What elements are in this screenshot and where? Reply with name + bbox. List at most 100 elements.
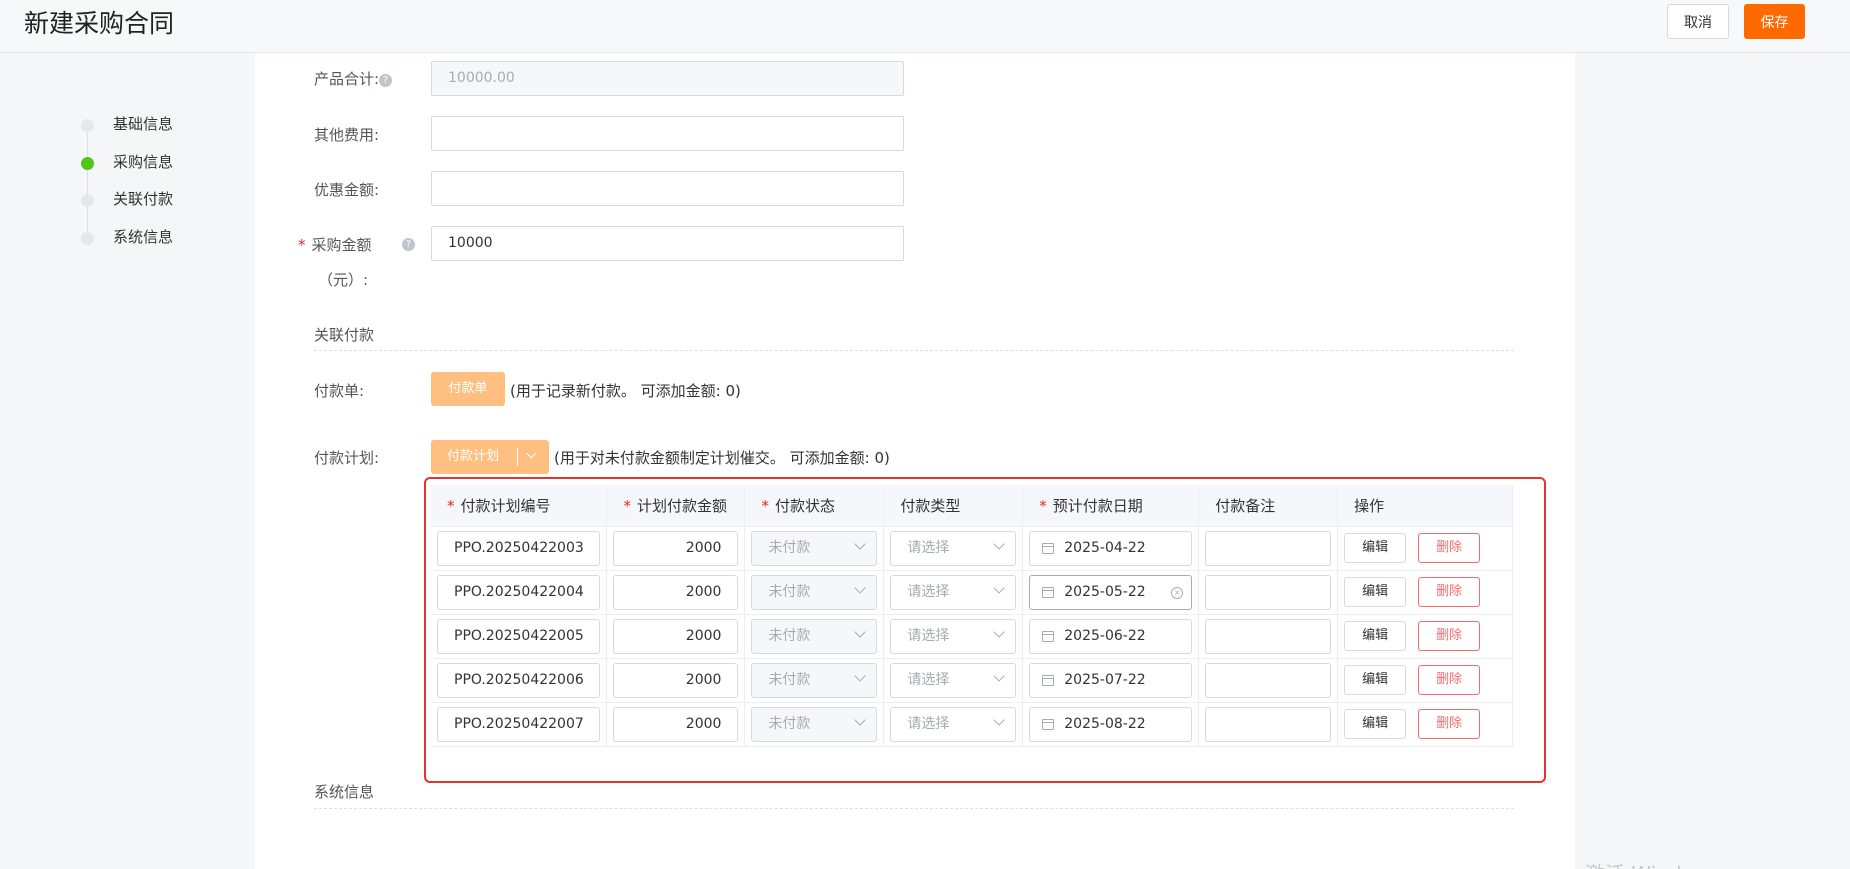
plan-code-input[interactable]: PPO.20250422004 xyxy=(437,574,601,610)
delete-button[interactable]: 删除 xyxy=(1418,621,1481,651)
step-label: 基础信息 xyxy=(113,115,174,133)
plan-amount-input[interactable]: 2000 xyxy=(613,574,739,610)
status-select[interactable]: 未付款 xyxy=(751,574,878,610)
discount-input[interactable] xyxy=(431,171,904,206)
plan-note-input[interactable] xyxy=(1205,706,1332,742)
plan-note-input[interactable] xyxy=(1205,618,1332,654)
delete-button[interactable]: 删除 xyxy=(1418,709,1481,739)
step-label: 采购信息 xyxy=(113,153,174,171)
payment-order-label: 付款单: xyxy=(314,382,365,400)
step-label: 系统信息 xyxy=(113,228,174,246)
plan-amount-input[interactable]: 2000 xyxy=(613,662,739,698)
column-header: * 计划付款金额 xyxy=(606,485,746,527)
step-system-info[interactable]: 系统信息 xyxy=(80,226,280,248)
plan-amount-input[interactable]: 2000 xyxy=(613,706,739,742)
calendar-icon xyxy=(1042,674,1055,686)
status-select[interactable]: 未付款 xyxy=(751,706,878,742)
edit-button[interactable]: 编辑 xyxy=(1344,665,1407,695)
status-select[interactable]: 未付款 xyxy=(751,530,878,566)
split-divider xyxy=(517,448,518,466)
chevron-down-icon xyxy=(854,625,867,638)
edit-button[interactable]: 编辑 xyxy=(1344,577,1407,607)
purchase-amount-label: * 采购金额 xyxy=(298,236,372,254)
purchase-amount-unit: （元）: xyxy=(318,271,369,289)
step-purchase-info[interactable]: 采购信息 xyxy=(80,151,280,173)
table-row: PPO.20250422004 2000 未付款 请选择 2025-05-22 ×… xyxy=(431,570,1513,615)
payment-order-note: (用于记录新付款。 可添加金额: 0) xyxy=(510,382,741,400)
plan-note-input[interactable] xyxy=(1205,574,1332,610)
required-mark: * xyxy=(298,236,306,254)
chevron-down-icon xyxy=(993,713,1005,726)
date-picker[interactable]: 2025-08-22 xyxy=(1029,706,1193,742)
plan-amount-input[interactable]: 2000 xyxy=(613,618,739,654)
section-divider xyxy=(314,808,1514,809)
status-select[interactable]: 未付款 xyxy=(751,618,878,654)
help-icon[interactable]: ? xyxy=(402,238,415,251)
type-select[interactable]: 请选择 xyxy=(890,530,1017,566)
delete-button[interactable]: 删除 xyxy=(1418,577,1481,607)
payment-plan-note: (用于对未付款金额制定计划催交。 可添加金额: 0) xyxy=(554,449,890,467)
date-picker[interactable]: 2025-05-22 × xyxy=(1029,574,1193,610)
payment-plan-table: * 付款计划编号 * 计划付款金额 * 付款状态 付款类型 * 预计付款日期 付款备注 … xyxy=(431,485,1513,747)
payment-plan-button[interactable]: 付款计划 xyxy=(431,440,549,474)
calendar-icon xyxy=(1042,586,1055,598)
system-info-title: 系统信息 xyxy=(314,783,375,801)
table-header-row: * 付款计划编号 * 计划付款金额 * 付款状态 付款类型 * 预计付款日期 付款备注 … xyxy=(431,485,1513,527)
edit-button[interactable]: 编辑 xyxy=(1344,621,1407,651)
table-row: PPO.20250422005 2000 未付款 请选择 2025-06-22 … xyxy=(431,614,1513,659)
page-header: 新建采购合同 取消 保存 xyxy=(0,0,1850,53)
chevron-down-icon xyxy=(854,669,867,682)
delete-button[interactable]: 删除 xyxy=(1418,665,1481,695)
save-button[interactable]: 保存 xyxy=(1744,4,1805,39)
status-select[interactable]: 未付款 xyxy=(751,662,878,698)
type-select[interactable]: 请选择 xyxy=(890,662,1017,698)
calendar-icon xyxy=(1042,542,1055,554)
purchase-amount-input[interactable]: 10000 xyxy=(431,226,904,261)
product-total-input[interactable]: 10000.00 xyxy=(431,61,904,96)
column-header: * 预计付款日期 xyxy=(1022,485,1200,527)
column-header: * 付款状态 xyxy=(744,485,885,527)
plan-code-input[interactable]: PPO.20250422003 xyxy=(437,530,601,566)
date-picker[interactable]: 2025-04-22 xyxy=(1029,530,1193,566)
chevron-down-icon xyxy=(854,713,867,726)
plan-amount-input[interactable]: 2000 xyxy=(613,530,739,566)
chevron-down-icon xyxy=(993,581,1005,594)
plan-code-input[interactable]: PPO.20250422007 xyxy=(437,706,601,742)
plan-note-input[interactable] xyxy=(1205,530,1332,566)
column-header: 付款类型 xyxy=(883,485,1024,527)
column-header: * 付款计划编号 xyxy=(431,485,608,527)
calendar-icon xyxy=(1042,718,1055,730)
payment-order-button[interactable]: 付款单 xyxy=(431,372,505,406)
step-basic-info[interactable]: 基础信息 xyxy=(80,113,280,135)
product-total-label: 产品合计:? xyxy=(314,68,393,89)
column-header: 操作 xyxy=(1337,485,1513,527)
edit-button[interactable]: 编辑 xyxy=(1344,709,1407,739)
step-dot xyxy=(81,194,94,207)
other-fee-input[interactable] xyxy=(431,116,904,151)
calendar-icon xyxy=(1042,630,1055,642)
step-related-payment[interactable]: 关联付款 xyxy=(80,188,280,210)
payment-plan-label: 付款计划: xyxy=(314,449,380,467)
type-select[interactable]: 请选择 xyxy=(890,618,1017,654)
step-dot xyxy=(81,119,94,132)
plan-code-input[interactable]: PPO.20250422005 xyxy=(437,618,601,654)
type-select[interactable]: 请选择 xyxy=(890,574,1017,610)
chevron-down-icon[interactable] xyxy=(526,448,537,459)
help-icon[interactable]: ? xyxy=(379,74,393,87)
page-title: 新建采购合同 xyxy=(24,9,175,38)
related-payment-title: 关联付款 xyxy=(314,326,375,344)
plan-code-input[interactable]: PPO.20250422006 xyxy=(437,662,601,698)
date-picker[interactable]: 2025-07-22 xyxy=(1029,662,1193,698)
clear-icon[interactable]: × xyxy=(1171,586,1184,599)
type-select[interactable]: 请选择 xyxy=(890,706,1017,742)
delete-button[interactable]: 删除 xyxy=(1418,533,1481,563)
plan-note-input[interactable] xyxy=(1205,662,1332,698)
date-picker[interactable]: 2025-06-22 xyxy=(1029,618,1193,654)
other-fee-label: 其他费用: xyxy=(314,126,380,144)
chevron-down-icon xyxy=(854,537,867,550)
edit-button[interactable]: 编辑 xyxy=(1344,533,1407,563)
discount-label: 优惠金额: xyxy=(314,181,380,199)
table-row: PPO.20250422006 2000 未付款 请选择 2025-07-22 … xyxy=(431,658,1513,703)
cancel-button[interactable]: 取消 xyxy=(1667,4,1729,39)
table-row: PPO.20250422003 2000 未付款 请选择 2025-04-22 … xyxy=(431,526,1513,571)
